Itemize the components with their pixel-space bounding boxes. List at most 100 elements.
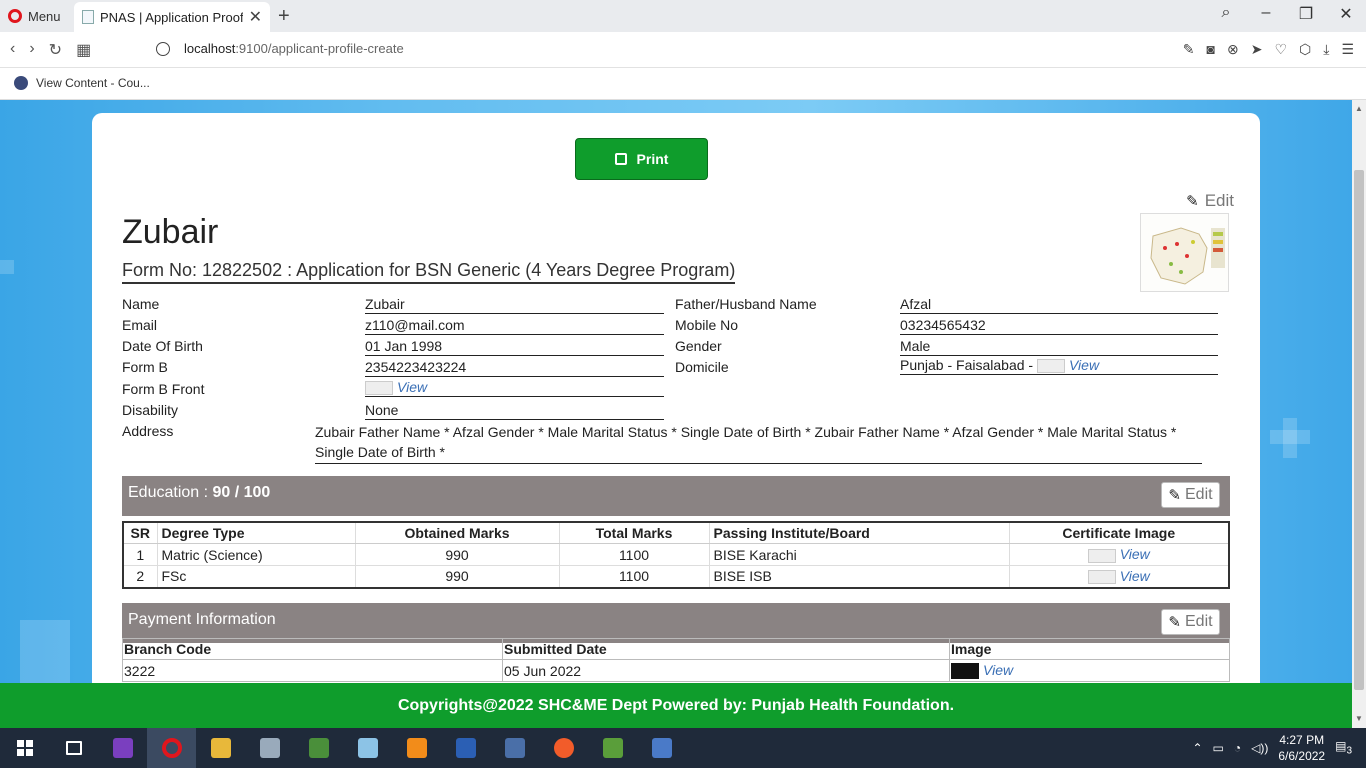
bookmark-label: View Content - Cou... <box>36 76 150 90</box>
formb-front-view-link[interactable]: View <box>397 379 427 395</box>
easy-setup-icon[interactable]: ☰ <box>1341 41 1354 58</box>
url-path: :9100/applicant-profile-create <box>235 41 404 56</box>
app-icon[interactable] <box>245 728 294 768</box>
heart-icon[interactable]: ♡ <box>1274 41 1287 58</box>
camera-icon[interactable]: ◙ <box>1207 41 1215 58</box>
print-button[interactable]: Print <box>575 138 708 180</box>
payment-image-cell: View <box>949 659 1230 682</box>
scroll-thumb[interactable] <box>1354 170 1364 690</box>
edit-profile-button[interactable]: ✎ Edit <box>1186 191 1234 211</box>
education-edit-button[interactable]: ✎ Edit <box>1161 482 1220 508</box>
notification-count: 3 <box>1346 745 1352 757</box>
application-card: Print ✎ Edit Zubair Form No: 12822502 : … <box>92 113 1260 683</box>
bookmark-eye-icon <box>14 76 28 90</box>
app-icon[interactable] <box>637 728 686 768</box>
name-label: Name <box>122 296 160 312</box>
edit-label: Edit <box>1204 191 1234 210</box>
obtained-cell: 990 <box>354 565 559 588</box>
word-icon[interactable] <box>441 728 490 768</box>
board-cell: BISE Karachi <box>708 543 1009 566</box>
formb-label: Form B <box>122 359 168 375</box>
tab-title: PNAS | Application Proof R <box>100 9 243 25</box>
app-icon[interactable] <box>392 728 441 768</box>
scroll-down-icon[interactable]: ▼ <box>1355 714 1363 723</box>
battery-icon[interactable]: ▭ <box>1213 741 1224 755</box>
notifications-icon[interactable]: ▤3 <box>1335 739 1352 756</box>
close-window-icon[interactable]: ✕ <box>1326 4 1366 24</box>
opera-logo-icon <box>8 9 22 23</box>
app-icon[interactable] <box>343 728 392 768</box>
nav-buttons: ‹ › ↻ ▦ <box>10 40 91 60</box>
degree-cell: Matric (Science) <box>156 543 355 566</box>
branch-code-cell: 3222 <box>124 662 156 679</box>
education-title: Education : <box>128 484 213 501</box>
tabs-grid-icon[interactable]: ▦ <box>76 40 91 60</box>
table-row: 3222 05 Jun 2022 View <box>123 659 1230 682</box>
column-header: SR <box>123 522 157 544</box>
payment-edit-button[interactable]: ✎ Edit <box>1161 609 1220 635</box>
url-field[interactable]: localhost:9100/applicant-profile-create <box>156 41 404 56</box>
certificate-view-link[interactable]: View <box>1120 546 1150 562</box>
sr-cell: 1 <box>123 543 157 566</box>
scroll-up-icon[interactable]: ▲ <box>1355 104 1363 113</box>
domicile-label: Domicile <box>675 359 729 375</box>
bookmark-item[interactable]: View Content - Cou... <box>14 76 150 90</box>
download-icon[interactable]: ⤓ <box>1323 41 1329 58</box>
browser-tab[interactable]: PNAS | Application Proof R ✕ <box>74 2 270 32</box>
send-icon[interactable]: ➤ <box>1251 41 1263 58</box>
total-cell: 1100 <box>558 565 709 588</box>
search-icon[interactable]: ⌕ <box>1206 4 1246 24</box>
chevron-up-icon[interactable]: ⌃ <box>1192 741 1202 755</box>
visual-studio-icon[interactable] <box>98 728 147 768</box>
opera-menu-button[interactable]: Menu <box>8 6 61 26</box>
app-icon[interactable] <box>588 728 637 768</box>
reload-icon[interactable]: ↻ <box>49 40 62 60</box>
footer-text: Copyrights@2022 SHC&ME Dept Powered by: … <box>397 696 955 714</box>
clock-time: 4:27 PM <box>1279 733 1325 747</box>
certificate-thumbnail <box>1087 548 1116 563</box>
submitted-date-cell: 05 Jun 2022 <box>502 659 950 682</box>
form-title: Form No: 12822502 : Application for BSN … <box>122 260 736 284</box>
email-label: Email <box>122 317 158 333</box>
wifi-icon[interactable]: ◔ <box>1234 741 1241 755</box>
column-header: Branch Code <box>122 638 503 660</box>
column-header: Obtained Marks <box>354 522 559 544</box>
app-icon[interactable] <box>294 728 343 768</box>
name-value: Zubair <box>365 296 664 314</box>
page-scrollbar[interactable]: ▲ ▼ <box>1352 100 1366 728</box>
certificate-view-link[interactable]: View <box>1120 568 1150 584</box>
app-icon[interactable] <box>539 728 588 768</box>
mobile-value: 03234565432 <box>900 317 1218 335</box>
volume-icon[interactable]: ◁)) <box>1251 741 1268 755</box>
edit-page-icon[interactable]: ✎ <box>1183 41 1195 58</box>
adblock-icon[interactable]: ⊗ <box>1227 41 1239 58</box>
back-icon[interactable]: ‹ <box>10 40 15 60</box>
opera-taskbar-icon[interactable] <box>147 728 196 768</box>
applicant-name-heading: Zubair <box>122 213 219 251</box>
domicile-view-link[interactable]: View <box>1069 357 1099 373</box>
globe-icon <box>156 41 170 56</box>
calculator-icon[interactable] <box>490 728 539 768</box>
gender-label: Gender <box>675 338 722 354</box>
new-tab-icon[interactable]: + <box>278 5 290 28</box>
windows-taskbar: ⌃ ▭ ◔ ◁)) 4:27 PM 6/6/2022 ▤3 <box>0 728 1366 768</box>
page-footer: Copyrights@2022 SHC&ME Dept Powered by: … <box>0 683 1352 728</box>
domicile-value: Punjab - Faisalabad - View <box>900 357 1218 376</box>
forward-icon[interactable]: › <box>29 40 34 60</box>
certificate-cell: View <box>1008 565 1229 588</box>
column-header: Submitted Date <box>502 638 950 660</box>
payment-view-link[interactable]: View <box>983 662 1013 678</box>
formb-thumbnail <box>365 381 393 396</box>
background-decoration <box>1283 418 1297 458</box>
close-tab-icon[interactable]: ✕ <box>249 7 262 27</box>
clock[interactable]: 4:27 PM 6/6/2022 <box>1278 732 1325 764</box>
windows-start-icon[interactable] <box>0 728 49 768</box>
file-explorer-icon[interactable] <box>196 728 245 768</box>
task-view-icon[interactable] <box>49 728 98 768</box>
payment-table: Branch Code Submitted Date Image 3222 05… <box>122 638 1230 683</box>
cube-icon[interactable]: ⬡ <box>1299 41 1311 58</box>
dob-value: 01 Jan 1998 <box>365 338 664 356</box>
minimize-icon[interactable]: – <box>1246 4 1286 24</box>
mobile-label: Mobile No <box>675 317 739 333</box>
restore-icon[interactable]: ❐ <box>1286 4 1326 24</box>
